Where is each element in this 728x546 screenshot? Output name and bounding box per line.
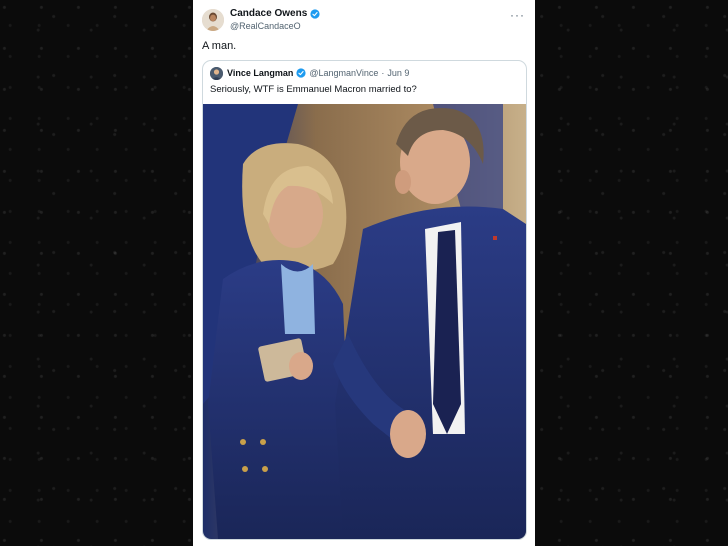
more-options-icon[interactable]: ···	[510, 8, 525, 22]
quoted-tweet[interactable]: Vince Langman @LangmanVince · Jun 9 Seri…	[202, 60, 527, 540]
quoted-tweet-date[interactable]: Jun 9	[387, 68, 409, 78]
quoted-author-name[interactable]: Vince Langman	[227, 68, 293, 78]
verified-badge-icon	[310, 8, 320, 19]
author-avatar[interactable]	[202, 9, 224, 31]
quoted-tweet-header: Vince Langman @LangmanVince · Jun 9	[227, 68, 409, 78]
quoted-author-handle[interactable]: @LangmanVince	[309, 68, 378, 78]
quoted-tweet-photo[interactable]	[203, 104, 526, 539]
author-name[interactable]: Candace Owens	[230, 8, 320, 19]
quoted-author-avatar[interactable]	[210, 67, 223, 80]
tweet-card: Candace Owens @RealCandaceO ··· A man. V…	[193, 0, 535, 546]
quoted-tweet-text: Seriously, WTF is Emmanuel Macron marrie…	[210, 84, 417, 95]
author-handle[interactable]: @RealCandaceO	[230, 21, 301, 31]
tweet-text: A man.	[202, 40, 237, 52]
verified-badge-icon	[296, 68, 306, 78]
separator-dot: ·	[381, 68, 385, 78]
